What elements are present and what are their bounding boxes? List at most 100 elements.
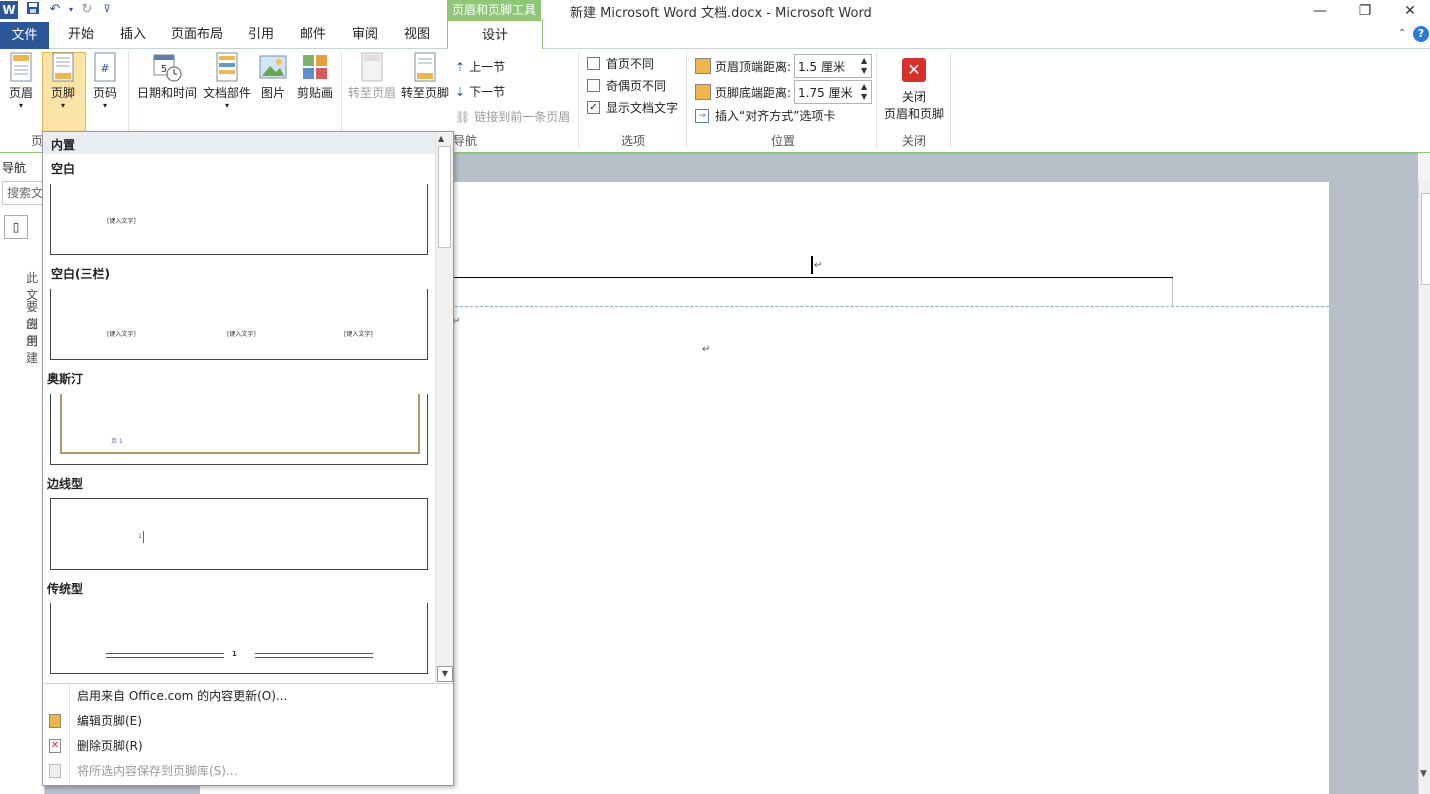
- goto-footer-icon: [414, 52, 436, 82]
- navigation-pane-title: 导航: [2, 161, 27, 175]
- tab-design[interactable]: 设计: [447, 20, 543, 51]
- gallery-preview: 1: [50, 498, 428, 570]
- scrollbar-thumb[interactable]: [438, 146, 451, 248]
- scroll-down-icon[interactable]: ▼: [1420, 769, 1427, 779]
- header-border-line: [450, 277, 1173, 278]
- tab-references[interactable]: 引用: [240, 22, 282, 48]
- minimize-icon[interactable]: —: [1297, 0, 1343, 22]
- margin-corner-mark: [1172, 278, 1173, 306]
- group-label-position: 位置: [770, 134, 795, 148]
- save-to-gallery-icon: [49, 764, 61, 778]
- document-parts-icon: [216, 52, 238, 82]
- picture-button[interactable]: 图片: [256, 52, 290, 101]
- next-section-button[interactable]: ⇣ 下一节: [455, 83, 505, 100]
- restore-icon[interactable]: ❐: [1342, 0, 1388, 22]
- previous-section-button[interactable]: ⇡ 上一节: [455, 58, 505, 75]
- header-position-icon: [695, 58, 711, 74]
- scrollbar-thumb[interactable]: [1421, 193, 1430, 285]
- menu-edit-footer[interactable]: 编辑页脚(E): [43, 709, 451, 734]
- gallery-item-sideline[interactable]: 边线型 1: [43, 471, 435, 571]
- menu-remove-footer[interactable]: ✕ 删除页脚(R): [43, 734, 451, 759]
- page-number-icon: #: [94, 52, 116, 82]
- link-icon: ⛓: [455, 109, 471, 124]
- calendar-clock-icon: 5: [153, 54, 182, 82]
- tab-file[interactable]: 文件: [0, 22, 49, 49]
- svg-text:#: #: [100, 62, 109, 75]
- gallery-item-traditional[interactable]: 传统型 1: [43, 576, 435, 676]
- tab-home[interactable]: 开始: [60, 22, 102, 48]
- header-icon: [10, 52, 32, 82]
- spinner-arrows-icon[interactable]: ▲ ▼: [857, 56, 871, 76]
- svg-text:5: 5: [161, 64, 167, 75]
- date-time-button[interactable]: 5 日期和时间: [134, 52, 200, 101]
- insert-alignment-tab-button[interactable]: → 插入“对齐方式”选项卡: [695, 107, 835, 124]
- group-separator: [578, 52, 579, 148]
- group-separator: [686, 52, 687, 148]
- gallery-scrollbar[interactable]: ▲ ▼: [435, 132, 453, 682]
- picture-icon: [259, 55, 287, 79]
- goto-footer-button[interactable]: 转至页脚: [400, 52, 450, 101]
- austin-border-frame: [60, 394, 420, 454]
- menu-save-selection-to-footer-gallery[interactable]: 将所选内容保存到页脚库(S)...: [43, 759, 451, 784]
- page-number-button[interactable]: # 页码 ▾: [88, 52, 122, 110]
- gallery-item-blank-three-column[interactable]: 空白(三栏) [键入文字] [键入文字] [键入文字]: [43, 261, 435, 361]
- close-red-icon: ✕: [902, 58, 926, 82]
- scroll-up-icon[interactable]: ▲: [438, 134, 444, 143]
- footer-icon: [52, 52, 74, 82]
- header-top-distance-input[interactable]: 1.5 厘米 ▲ ▼: [794, 54, 873, 78]
- paragraph-mark: ↵: [702, 344, 711, 355]
- vertical-scrollbar[interactable]: ▼: [1418, 153, 1430, 794]
- different-odd-even-checkbox[interactable]: 奇偶页不同: [587, 77, 666, 94]
- document-parts-button[interactable]: 文档部件 ▾: [202, 52, 252, 110]
- footer-bottom-distance-input[interactable]: 1.75 厘米 ▲ ▼: [794, 80, 873, 104]
- next-section-icon: ⇣: [455, 84, 466, 99]
- show-document-text-checkbox[interactable]: ✓ 显示文档文字: [587, 99, 678, 116]
- scroll-down-icon[interactable]: ▼: [437, 666, 453, 682]
- gallery-preview: 1: [50, 603, 428, 674]
- ruler-toggle-icon[interactable]: [1418, 153, 1430, 179]
- text-cursor: [811, 256, 813, 274]
- minimize-ribbon-icon[interactable]: ⌃: [1398, 28, 1406, 39]
- edit-footer-icon: [49, 714, 61, 728]
- clip-art-button[interactable]: 剪贴画: [294, 52, 336, 101]
- traditional-rule-right: [255, 653, 373, 658]
- different-first-page-checkbox[interactable]: 首页不同: [587, 55, 654, 72]
- customize-qat-icon[interactable]: ⊽: [98, 1, 116, 19]
- checkbox-unchecked: [587, 57, 600, 70]
- remove-footer-icon: ✕: [49, 739, 61, 753]
- alignment-tab-icon: →: [695, 108, 709, 123]
- navigation-search-input[interactable]: 搜索文: [2, 181, 44, 205]
- footer-button[interactable]: 页脚 ▾: [44, 52, 82, 110]
- group-separator: [876, 52, 877, 148]
- menu-enable-office-updates[interactable]: 启用来自 Office.com 的内容更新(O)...: [43, 684, 451, 709]
- spinner-arrows-icon[interactable]: ▲ ▼: [857, 82, 871, 102]
- sideline-bar: [143, 531, 144, 543]
- tab-insert[interactable]: 插入: [112, 22, 154, 48]
- group-label-close: 关闭: [901, 134, 926, 148]
- clip-art-icon: [303, 55, 327, 79]
- tab-page-layout[interactable]: 页面布局: [166, 22, 228, 48]
- gallery-item-blank[interactable]: 空白 [键入文字]: [43, 156, 435, 256]
- gallery-item-austin[interactable]: 奥斯汀 页 1: [43, 366, 435, 466]
- navigation-pane: 导航 搜索文 ▯ 此文 要创 应用 创建: [0, 153, 45, 794]
- close-window-icon[interactable]: ✕: [1387, 0, 1430, 22]
- word-app-icon[interactable]: W: [0, 1, 18, 19]
- gallery-preview: [键入文字]: [50, 184, 428, 255]
- group-label-navigation: 导航: [452, 134, 477, 148]
- save-icon[interactable]: [24, 1, 42, 19]
- goto-header-button[interactable]: 转至页眉: [346, 52, 398, 101]
- redo-icon[interactable]: ↻: [78, 1, 96, 19]
- footer-gallery-dropdown: 内置 空白 [键入文字] 空白(三栏) [键入文字] [键入文字] [键入文字]…: [42, 131, 454, 786]
- paragraph-mark: ↵: [814, 260, 823, 271]
- close-header-footer-button[interactable]: ✕ 关闭 页眉和页脚: [880, 52, 948, 122]
- browse-headings-icon[interactable]: ▯: [4, 215, 28, 239]
- checkbox-checked-icon: ✓: [587, 101, 600, 114]
- tab-mailings[interactable]: 邮件: [292, 22, 334, 48]
- help-icon[interactable]: ?: [1413, 26, 1429, 42]
- header-region-boundary: [450, 306, 1329, 307]
- header-button[interactable]: 页眉 ▾: [4, 52, 38, 110]
- link-to-previous-button[interactable]: ⛓ 链接到前一条页眉: [455, 108, 570, 125]
- tab-view[interactable]: 视图: [396, 22, 438, 48]
- tab-review[interactable]: 审阅: [344, 22, 386, 48]
- footer-position-icon: [695, 84, 711, 100]
